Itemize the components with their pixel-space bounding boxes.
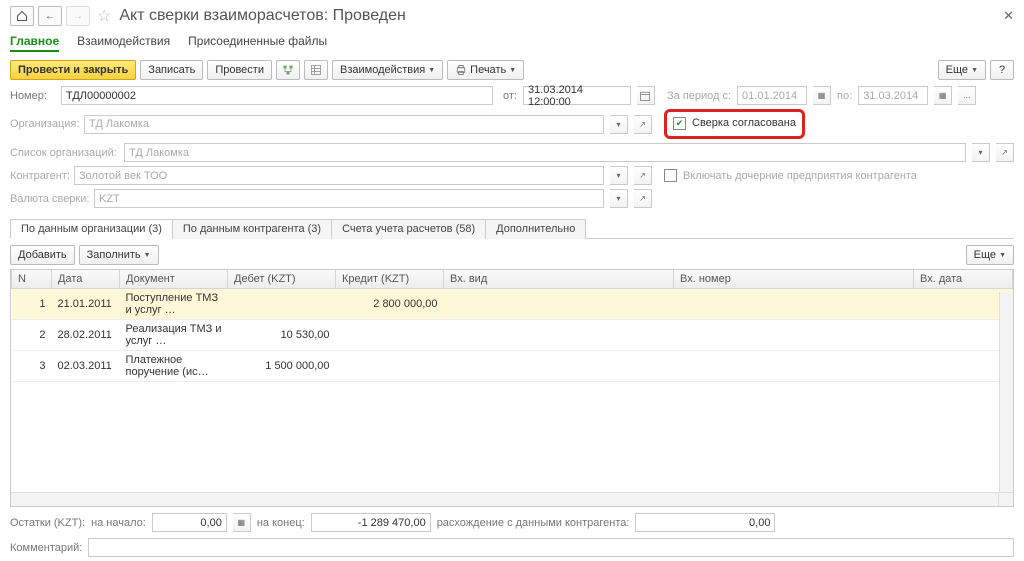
chevron-down-icon: ▼: [971, 67, 978, 74]
label-from: от:: [503, 90, 517, 102]
subtab-accounts[interactable]: Счета учета расчетов (58): [331, 219, 486, 239]
subtab-org-data[interactable]: По данным организации (3): [10, 219, 173, 239]
col-vdate[interactable]: Вх. дата: [914, 270, 1013, 289]
label-number: Номер:: [10, 90, 55, 102]
balance-start-field[interactable]: 0,00: [152, 513, 227, 532]
period-to-field[interactable]: 31.03.2014: [858, 86, 928, 105]
label-at-start: на начало:: [91, 517, 146, 529]
grid-more-dropdown[interactable]: Еще ▼: [966, 245, 1014, 265]
print-dropdown[interactable]: Печать ▼: [447, 60, 524, 80]
label-balance: Остатки (KZT):: [10, 517, 85, 529]
comment-field[interactable]: [88, 538, 1014, 557]
col-vid[interactable]: Вх. вид: [444, 270, 674, 289]
fill-dropdown[interactable]: Заполнить ▼: [79, 245, 159, 265]
table-row[interactable]: 1 21.01.2011 Поступление ТМЗ и услуг … 2…: [12, 289, 1013, 320]
organization-dropdown[interactable]: ▾: [610, 115, 628, 134]
section-tabs: Главное Взаимодействия Присоединенные фа…: [10, 32, 1014, 52]
col-credit[interactable]: Кредит (KZT): [336, 270, 444, 289]
label-comment: Комментарий:: [10, 542, 82, 554]
main-toolbar: Провести и закрыть Записать Провести Вза…: [10, 60, 1014, 80]
tab-attachments[interactable]: Присоединенные файлы: [188, 32, 327, 52]
discrepancy-field[interactable]: 0,00: [635, 513, 775, 532]
col-n[interactable]: N: [12, 270, 52, 289]
label-org-list: Список организаций:: [10, 147, 118, 159]
date-picker-button[interactable]: [637, 86, 655, 105]
include-child-checkbox[interactable]: ✔: [664, 169, 677, 182]
col-date[interactable]: Дата: [52, 270, 120, 289]
period-from-field[interactable]: 01.01.2014: [737, 86, 807, 105]
grid-toolbar: Добавить Заполнить ▼ Еще ▼: [10, 245, 1014, 265]
number-field[interactable]: ТДЛ00000002: [61, 86, 493, 105]
interactions-dropdown[interactable]: Взаимодействия ▼: [332, 60, 443, 80]
period-to-picker[interactable]: ▦: [934, 86, 952, 105]
org-list-field[interactable]: ТД Лакомка: [124, 143, 966, 162]
date-field[interactable]: 31.03.2014 12:00:00: [523, 86, 631, 105]
table-row[interactable]: 3 02.03.2011 Платежное поручение (ис… 1 …: [12, 351, 1013, 382]
forward-button[interactable]: →: [66, 6, 90, 26]
chevron-down-icon: ▼: [509, 67, 516, 74]
counterparty-dropdown[interactable]: ▾: [610, 166, 628, 185]
grid-hscroll[interactable]: [11, 492, 1013, 506]
counterparty-open[interactable]: ↗: [634, 166, 652, 185]
chevron-down-icon: ▼: [428, 67, 435, 74]
label-at-end: на конец:: [257, 517, 305, 529]
org-list-open[interactable]: ↗: [996, 143, 1014, 162]
subtab-addl[interactable]: Дополнительно: [485, 219, 586, 239]
balance-start-more[interactable]: ▦: [233, 513, 251, 532]
period-select-button[interactable]: …: [958, 86, 976, 105]
period-from-picker[interactable]: ▦: [813, 86, 831, 105]
currency-dropdown[interactable]: ▾: [610, 189, 628, 208]
label-period-from: За период с:: [667, 90, 731, 102]
close-button[interactable]: ✕: [1003, 8, 1014, 24]
label-include-child: Включать дочерние предприятия контрагент…: [683, 170, 917, 182]
chevron-down-icon: ▼: [144, 252, 151, 259]
more-dropdown[interactable]: Еще ▼: [938, 60, 986, 80]
label-period-to: по:: [837, 90, 852, 102]
organization-open[interactable]: ↗: [634, 115, 652, 134]
label-currency: Валюта сверки:: [10, 193, 88, 205]
grid-vscroll[interactable]: [999, 292, 1013, 492]
back-button[interactable]: ←: [38, 6, 62, 26]
currency-field[interactable]: KZT: [94, 189, 604, 208]
sub-tabs: По данным организации (3) По данным конт…: [10, 218, 1014, 239]
tab-interactions[interactable]: Взаимодействия: [77, 32, 170, 52]
favorite-icon[interactable]: ☆: [97, 6, 111, 26]
agreed-checkbox[interactable]: ✔: [673, 117, 686, 130]
table-row[interactable]: 2 28.02.2011 Реализация ТМЗ и услуг … 10…: [12, 320, 1013, 351]
add-row-button[interactable]: Добавить: [10, 245, 75, 265]
counterparty-field[interactable]: Золотой век ТОО: [74, 166, 604, 185]
data-grid[interactable]: N Дата Документ Дебет (KZT) Кредит (KZT)…: [10, 269, 1014, 507]
organization-field[interactable]: ТД Лакомка: [84, 115, 604, 134]
save-button[interactable]: Записать: [140, 60, 203, 80]
label-agreed: Сверка согласована: [692, 117, 796, 129]
tab-main[interactable]: Главное: [10, 32, 59, 52]
label-counterparty: Контрагент:: [10, 170, 68, 182]
agreed-highlight: ✔ Сверка согласована: [664, 109, 805, 139]
col-num[interactable]: Вх. номер: [674, 270, 914, 289]
home-button[interactable]: [10, 6, 34, 26]
org-list-dropdown[interactable]: ▾: [972, 143, 990, 162]
subtab-cp-data[interactable]: По данным контрагента (3): [172, 219, 332, 239]
label-discrepancy: расхождение с данными контрагента:: [437, 517, 630, 529]
currency-open[interactable]: ↗: [634, 189, 652, 208]
balance-end-field[interactable]: -1 289 470,00: [311, 513, 431, 532]
post-button[interactable]: Провести: [207, 60, 272, 80]
printer-icon: [455, 64, 467, 76]
movements-button[interactable]: [304, 60, 328, 80]
label-organization: Организация:: [10, 118, 78, 130]
col-debit[interactable]: Дебет (KZT): [228, 270, 336, 289]
window-title: Акт сверки взаиморасчетов: Проведен: [119, 7, 406, 25]
post-close-button[interactable]: Провести и закрыть: [10, 60, 136, 80]
chevron-down-icon: ▼: [999, 252, 1006, 259]
structure-button[interactable]: [276, 60, 300, 80]
help-button[interactable]: ?: [990, 60, 1014, 80]
col-doc[interactable]: Документ: [120, 270, 228, 289]
